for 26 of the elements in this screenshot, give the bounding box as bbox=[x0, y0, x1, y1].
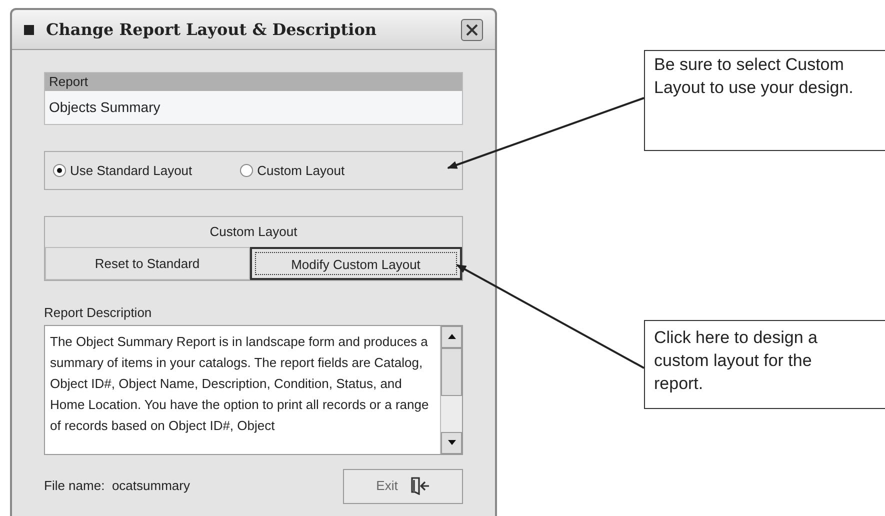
close-icon bbox=[465, 22, 479, 36]
layout-radio[interactable]: Custom Layout bbox=[240, 160, 345, 180]
callout-box: Click here to design a custom layout for the report. bbox=[644, 320, 885, 409]
layout-button[interactable]: Modify Custom Layout bbox=[250, 247, 462, 280]
description-text: The Object Summary Report is in landscape form and produces a summary of items in your catalogs. The report fields are Catalog, Object ID#, Object Name, Description, Condition, Status, and Home Location. You have the option to print all records or a range of records based on Object ID#, Object bbox=[49, 332, 430, 435]
up-arrow-icon bbox=[448, 334, 456, 339]
scroll-down-button[interactable] bbox=[441, 432, 462, 454]
scroll-thumb[interactable] bbox=[441, 348, 462, 396]
window-menu-icon[interactable] bbox=[24, 24, 34, 34]
custom-layout-heading: Custom Layout bbox=[208, 223, 298, 242]
radio-button[interactable] bbox=[53, 164, 66, 177]
scroll-up-button[interactable] bbox=[441, 326, 462, 348]
layout-radio[interactable]: Use Standard Layout bbox=[53, 160, 192, 180]
scrollbar[interactable] bbox=[440, 326, 462, 454]
exit-door-icon bbox=[410, 477, 430, 495]
report-label: Report bbox=[45, 73, 462, 91]
radio-button[interactable] bbox=[240, 164, 254, 177]
callout-box: Be sure to select Custom Layout to use your design. bbox=[644, 50, 885, 151]
close-button[interactable] bbox=[461, 18, 483, 40]
file-name-text: File name: ocatsummary bbox=[44, 477, 190, 496]
report-name-field: Objects Summary bbox=[45, 91, 462, 124]
down-arrow-icon bbox=[448, 440, 456, 445]
description-label: Report Description bbox=[44, 304, 153, 322]
layout-button[interactable]: Reset to Standard bbox=[45, 247, 250, 280]
exit-button[interactable]: Exit bbox=[343, 468, 463, 504]
window-title: Change Report Layout & Description bbox=[46, 18, 378, 40]
